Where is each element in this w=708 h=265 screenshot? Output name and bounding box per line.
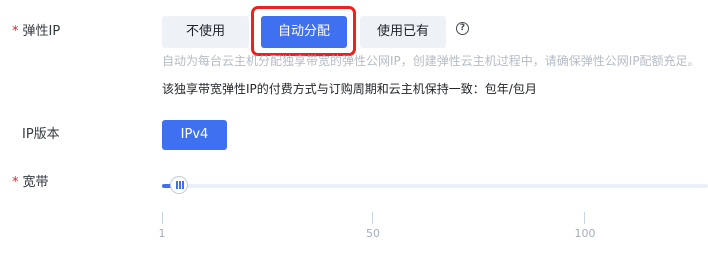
- eip-billing-note: 该独享带宽弹性IP的付费方式与订购周期和云主机保持一致：包年/包月: [162, 82, 537, 96]
- slider-tick-label-100: 100: [574, 227, 596, 240]
- required-mark: *: [12, 175, 19, 190]
- slider-tick-50: [372, 212, 373, 224]
- slider-grip-line: [182, 181, 184, 189]
- slider-tick-label-1: 1: [158, 227, 166, 240]
- eip-option-existing-button[interactable]: 使用已有: [360, 16, 446, 48]
- slider-tick-100: [584, 212, 585, 224]
- slider-tick-1: [162, 212, 163, 224]
- bandwidth-label-text: 宽带: [22, 175, 49, 190]
- ip-version-label: IP版本: [22, 127, 60, 142]
- slider-grip-line: [179, 181, 181, 189]
- bandwidth-label: * 宽带: [12, 175, 49, 191]
- question-circle-icon[interactable]: ?: [456, 22, 469, 35]
- bandwidth-slider-handle[interactable]: [170, 176, 188, 194]
- eip-option-none-button[interactable]: 不使用: [162, 16, 249, 48]
- bandwidth-slider-track[interactable]: [162, 184, 708, 188]
- ipv4-button[interactable]: IPv4: [162, 120, 227, 150]
- eip-hint-text: 自动为每台云主机分配独享带宽的弹性公网IP，创建弹性云主机过程中，请确保弹性公网…: [162, 54, 700, 68]
- slider-grip-line: [176, 181, 178, 189]
- selection-highlight-box: [251, 6, 356, 56]
- eip-label-text: 弹性IP: [22, 24, 61, 39]
- required-mark: *: [12, 24, 19, 39]
- slider-tick-label-50: 50: [366, 227, 380, 240]
- eip-label: * 弹性IP: [12, 24, 60, 40]
